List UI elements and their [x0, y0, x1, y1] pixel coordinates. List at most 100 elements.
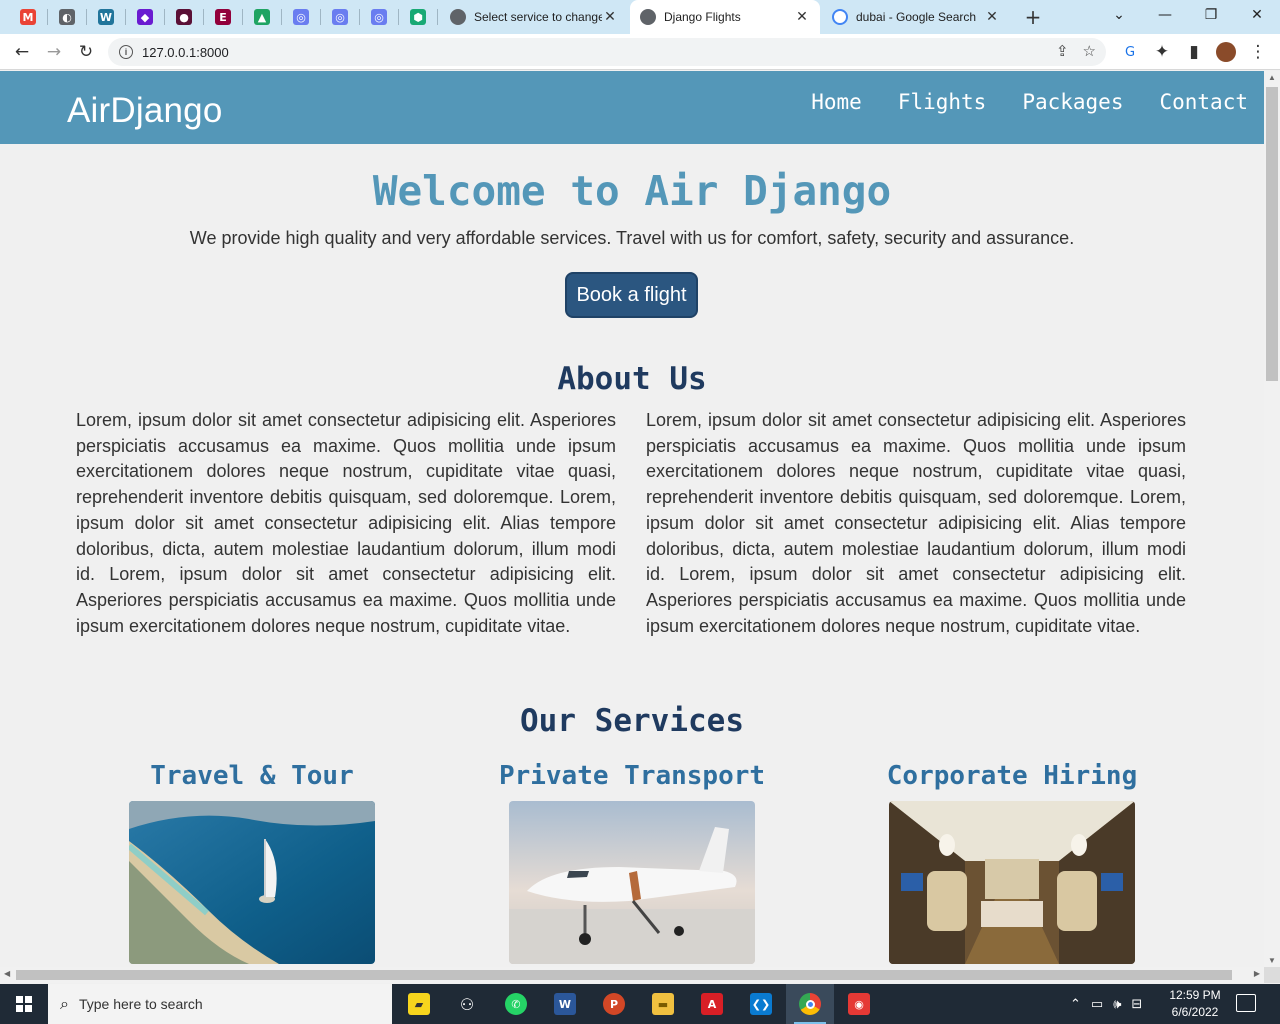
vertical-scroll-thumb[interactable] [1266, 87, 1278, 381]
globe-icon [640, 9, 656, 25]
pinned-tab[interactable]: ▲ [243, 5, 281, 29]
horizontal-scroll-thumb[interactable] [16, 970, 1232, 980]
pinned-tab[interactable]: ◎ [282, 5, 320, 29]
battery-icon[interactable]: ▭ [1091, 997, 1103, 1012]
circle-app-icon: ● [176, 9, 192, 25]
reload-icon[interactable]: ↻ [72, 38, 100, 66]
menu-kebab-icon[interactable]: ⋮ [1244, 38, 1272, 66]
url-text[interactable]: 127.0.0.1:8000 [142, 45, 229, 60]
scrollbar-corner [1264, 967, 1280, 983]
new-tab-button[interactable]: + [1019, 3, 1047, 31]
close-tab-icon[interactable]: ✕ [602, 9, 618, 25]
volume-icon[interactable]: 🕪 [1113, 997, 1121, 1012]
site-header: AirDjango Home Flights Packages Contact [0, 71, 1264, 144]
jet-cabin-interior-photo [889, 801, 1135, 964]
reader-icon[interactable]: ⚇ [443, 984, 491, 1024]
vertical-scrollbar[interactable]: ▲ ▼ [1264, 71, 1280, 967]
taskbar-search[interactable]: ⌕ Type here to search [48, 984, 392, 1024]
main-nav: Home Flights Packages Contact [811, 90, 1248, 114]
globe-icon [450, 9, 466, 25]
tagline: We provide high quality and very afforda… [189, 228, 1075, 248]
pinned-tab[interactable]: ⬢ [399, 5, 437, 29]
close-tab-icon[interactable]: ✕ [794, 9, 810, 25]
elementor-icon: E [215, 9, 231, 25]
scroll-down-arrow-icon[interactable]: ▼ [1268, 956, 1276, 965]
acrobat-icon[interactable]: A [688, 984, 736, 1024]
restore-icon[interactable]: ❐ [1188, 0, 1234, 30]
system-tray: ⌃ ▭ 🕪 ⊟ [1070, 984, 1142, 1024]
service-card-travel-tour[interactable]: Travel & Tour [72, 761, 432, 964]
network-icon[interactable]: ⊟ [1131, 997, 1142, 1012]
bookmark-star-icon[interactable]: ☆ [1083, 42, 1096, 60]
word-icon[interactable]: W [541, 984, 589, 1024]
service-card-corporate-hiring[interactable]: Corporate Hiring [832, 761, 1192, 964]
profile-avatar[interactable] [1212, 38, 1240, 66]
about-text-right: Lorem, ipsum dolor sit amet consectetur … [646, 410, 1186, 636]
translate-icon[interactable]: G [1116, 38, 1144, 66]
taskbar-clock[interactable]: 12:59 PM 6/6/2022 [1160, 987, 1230, 1021]
vscode-icon[interactable]: ❮❯ [737, 984, 785, 1024]
close-window-icon[interactable]: ✕ [1234, 0, 1280, 30]
dubai-coast-photo [129, 801, 375, 964]
tab-django-flights[interactable]: Django Flights ✕ [630, 0, 820, 34]
file-explorer-icon[interactable]: ▬ [639, 984, 687, 1024]
scroll-right-arrow-icon[interactable]: ▶ [1254, 969, 1260, 978]
tab-separator [437, 9, 438, 25]
taskbar-search-placeholder[interactable]: Type here to search [79, 996, 203, 1012]
sticky-notes-icon[interactable]: ▰ [395, 984, 443, 1024]
private-jet-photo [509, 801, 755, 964]
pinned-tab[interactable]: ◐ [48, 5, 86, 29]
pinned-tab[interactable]: ◎ [321, 5, 359, 29]
minimize-icon[interactable]: — [1142, 0, 1188, 30]
share-icon[interactable]: ⇪ [1056, 42, 1069, 60]
app-icon-1: ◎ [293, 9, 309, 25]
tab-search-icon[interactable]: ⌄ [1096, 0, 1142, 30]
pinned-tab[interactable]: E [204, 5, 242, 29]
whatsapp-icon[interactable]: ✆ [492, 984, 540, 1024]
pinned-tab[interactable]: M [9, 5, 47, 29]
info-icon[interactable]: i [119, 45, 133, 59]
notification-center-icon[interactable] [1236, 994, 1256, 1012]
services-heading: Our Services [520, 703, 744, 739]
pinned-tab[interactable]: W [87, 5, 125, 29]
google-drive-icon: ▲ [254, 9, 270, 25]
search-icon: ⌕ [60, 994, 69, 1013]
clock-date: 6/6/2022 [1171, 1005, 1219, 1019]
powerpoint-icon[interactable]: P [590, 984, 638, 1024]
back-icon[interactable]: ← [8, 38, 36, 66]
nav-contact[interactable]: Contact [1159, 90, 1248, 114]
about-heading: About Us [557, 361, 707, 397]
service-title: Travel & Tour [150, 761, 354, 791]
nav-packages[interactable]: Packages [1022, 90, 1123, 114]
tab-google-search[interactable]: dubai - Google Search ✕ [822, 0, 1010, 34]
browser-toolbar: ← → ↻ i 127.0.0.1:8000 ⇪ ☆ G ✦ ▮ ⋮ [0, 34, 1280, 70]
chrome-icon[interactable] [786, 984, 834, 1024]
windows-start-icon[interactable] [0, 984, 48, 1024]
book-flight-button[interactable]: Book a flight [565, 272, 698, 318]
tab-title: dubai - Google Search [856, 10, 977, 24]
nav-flights[interactable]: Flights [898, 90, 987, 114]
gmail-icon: M [20, 9, 36, 25]
tab-title: Select service to change [474, 10, 602, 24]
side-panel-icon[interactable]: ▮ [1180, 38, 1208, 66]
service-card-private-transport[interactable]: Private Transport [452, 761, 812, 964]
address-bar[interactable]: i 127.0.0.1:8000 ⇪ ☆ [108, 38, 1106, 66]
scroll-up-arrow-icon[interactable]: ▲ [1268, 73, 1276, 82]
scroll-left-arrow-icon[interactable]: ◀ [4, 969, 10, 978]
close-tab-icon[interactable]: ✕ [984, 9, 1000, 25]
page-viewport: AirDjango Home Flights Packages Contact … [0, 71, 1264, 967]
site-logo[interactable]: AirDjango [67, 91, 223, 131]
camera-app-icon[interactable]: ◉ [835, 984, 883, 1024]
extensions-puzzle-icon[interactable]: ✦ [1148, 38, 1176, 66]
horizontal-scrollbar[interactable]: ◀ ▶ [0, 967, 1264, 983]
browser-tab-strip: M ◐ W ◆ ● E ▲ ◎ ◎ ◎ ⬢ Select service to change ✕ D… [0, 0, 1280, 34]
pinned-tab[interactable]: ◎ [360, 5, 398, 29]
tab-select-service[interactable]: Select service to change ✕ [440, 0, 628, 34]
pinned-tab[interactable]: ● [165, 5, 203, 29]
forward-icon[interactable]: → [40, 38, 68, 66]
pinned-tab[interactable]: ◆ [126, 5, 164, 29]
google-icon [832, 9, 848, 25]
show-hidden-icons-icon[interactable]: ⌃ [1070, 997, 1081, 1012]
diamond-icon: ◆ [137, 9, 153, 25]
nav-home[interactable]: Home [811, 90, 862, 114]
